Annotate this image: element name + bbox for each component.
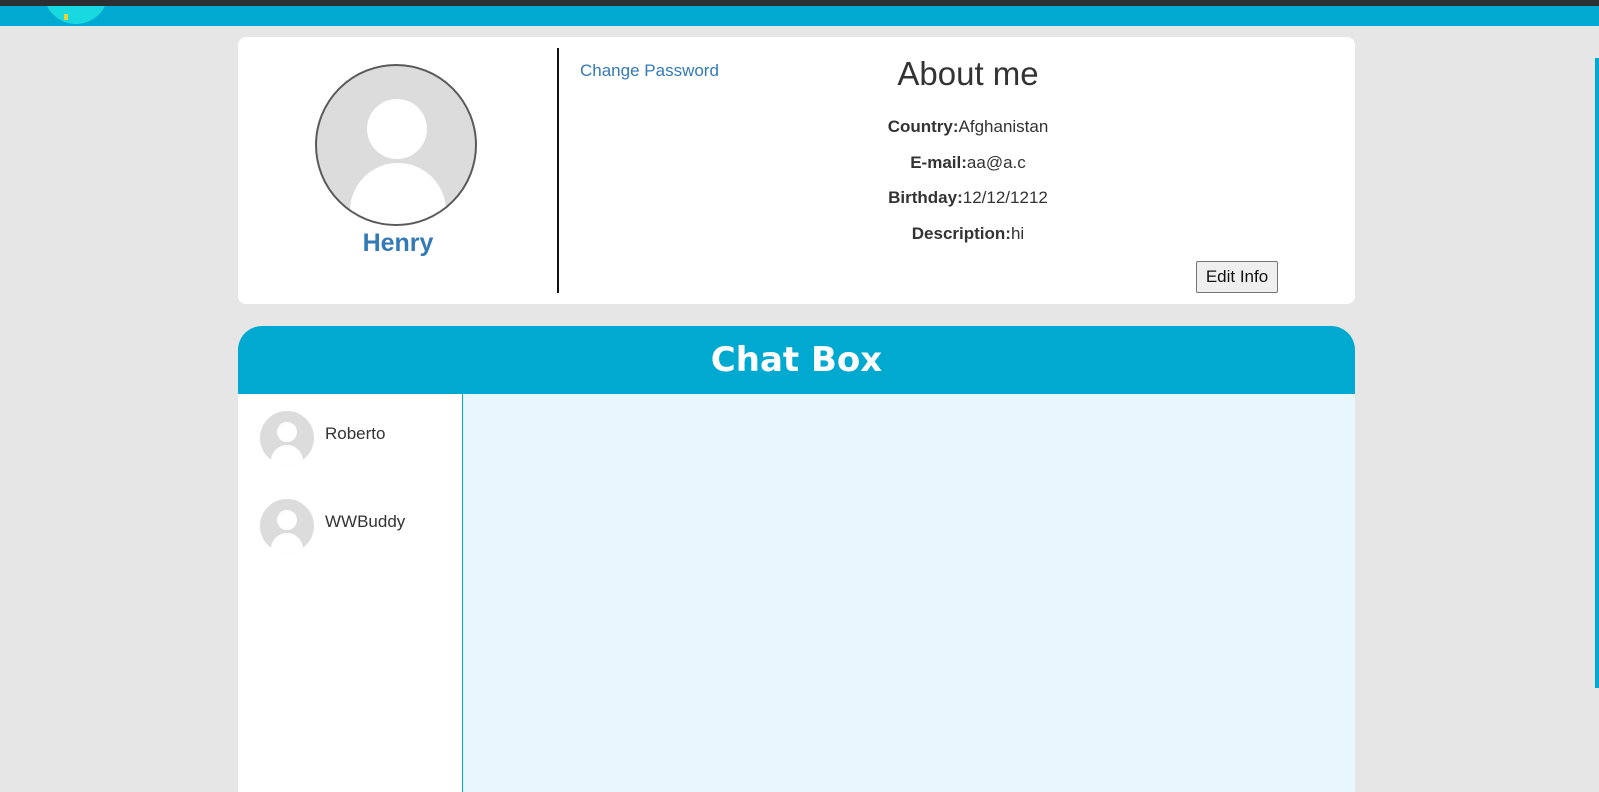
contact-list[interactable]: Roberto WWBuddy <box>238 394 463 792</box>
scrollbar[interactable] <box>1595 58 1599 688</box>
profile-divider <box>557 48 559 293</box>
logo-icon[interactable] <box>44 6 108 24</box>
profile-card: Henry Change Password About me Country:A… <box>238 37 1355 304</box>
contact-item-roberto[interactable]: Roberto <box>260 411 460 467</box>
contact-avatar-icon <box>260 499 314 553</box>
avatar-head <box>277 510 297 530</box>
birthday-value: 12/12/1212 <box>962 188 1048 207</box>
birthday-label: Birthday: <box>888 188 963 207</box>
chat-box-title: Chat Box <box>710 340 883 380</box>
avatar-head <box>367 99 427 159</box>
chat-box-header: Chat Box <box>238 326 1355 394</box>
description-value: hi <box>1010 224 1025 243</box>
contact-name: Roberto <box>325 424 386 443</box>
change-password-link[interactable]: Change Password <box>580 61 719 81</box>
country-label: Country: <box>887 117 959 136</box>
profile-avatar-icon <box>315 64 477 226</box>
edit-info-button[interactable]: Edit Info <box>1196 261 1278 293</box>
email-label: E-mail: <box>910 153 967 172</box>
email-value: aa@a.c <box>966 153 1026 172</box>
description-label: Description: <box>911 224 1011 243</box>
email-row: E-mail:aa@a.c <box>798 153 1138 173</box>
avatar-head <box>277 422 297 442</box>
contact-item-wwbuddy[interactable]: WWBuddy <box>260 499 460 555</box>
country-row: Country:Afghanistan <box>798 117 1138 137</box>
navbar <box>0 6 1599 26</box>
message-area[interactable] <box>463 394 1355 792</box>
about-me-heading: About me <box>897 55 1039 92</box>
contact-avatar-icon <box>260 411 314 465</box>
country-value: Afghanistan <box>958 117 1049 136</box>
avatar-body <box>271 533 303 553</box>
birthday-row: Birthday:12/12/1212 <box>798 188 1138 208</box>
avatar-body <box>271 445 303 465</box>
profile-username: Henry <box>362 229 434 257</box>
description-row: Description:hi <box>798 224 1138 244</box>
avatar-body <box>350 163 446 224</box>
contact-name: WWBuddy <box>325 512 406 531</box>
chat-box-body: Roberto WWBuddy <box>238 394 1355 792</box>
